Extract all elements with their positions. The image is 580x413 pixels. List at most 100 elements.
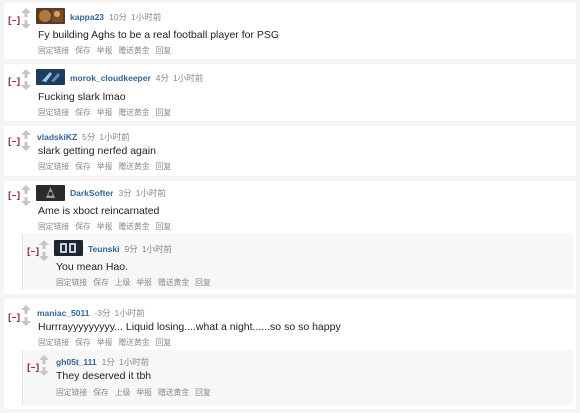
timestamp: 1小时前 [99, 132, 130, 142]
reply-button[interactable]: 回复 [156, 46, 172, 55]
parent-button[interactable]: 上级 [115, 388, 131, 397]
down-arrow-icon[interactable] [39, 252, 49, 261]
save-button[interactable]: 保存 [75, 222, 91, 231]
up-arrow-icon[interactable] [21, 185, 31, 194]
tagline: morok_cloudkeeper 4分 1小时前 [70, 72, 203, 84]
report-button[interactable]: 举报 [97, 222, 113, 231]
reply-button[interactable]: 回复 [156, 338, 172, 347]
reply-button[interactable]: 回复 [195, 278, 211, 287]
up-arrow-icon[interactable] [21, 69, 31, 78]
comment-buttons: 固定链接 保存 举报 赠送黄金 回复 [38, 221, 177, 232]
comment-body: Fucking slark lmao [38, 91, 126, 103]
save-button[interactable]: 保存 [93, 388, 109, 397]
tagline: DarkSofter 3分 1小时前 [70, 187, 166, 199]
down-arrow-icon[interactable] [21, 197, 31, 206]
save-button[interactable]: 保存 [75, 46, 91, 55]
author-link[interactable]: gh05t_111 [56, 357, 97, 367]
comment-buttons: 固定链接 保存 举报 赠送黄金 回复 [38, 337, 177, 348]
score: 4分 [155, 73, 170, 83]
save-button[interactable]: 保存 [75, 108, 91, 117]
reply-button[interactable]: 回复 [195, 388, 211, 397]
collapse-toggle[interactable]: [–] [7, 16, 21, 26]
author-link[interactable]: morok_cloudkeeper [70, 73, 151, 83]
collapse-toggle[interactable]: [–] [26, 363, 40, 373]
timestamp: 1小时前 [118, 357, 150, 367]
comment-body: Ame is xboct reincarnated [38, 205, 160, 217]
comment-body: Fy building Aghs to be a real football p… [38, 29, 280, 41]
report-button[interactable]: 举报 [97, 108, 113, 117]
tagline: vladskiKZ 5分 1小时前 [37, 131, 130, 143]
comment-buttons: 固定链接 保存 举报 赠送黄金 回复 [38, 161, 177, 172]
save-button[interactable]: 保存 [93, 278, 109, 287]
give-gold-button[interactable]: 赠送黄金 [118, 46, 149, 55]
report-button[interactable]: 举报 [97, 338, 113, 347]
give-gold-button[interactable]: 赠送黄金 [158, 388, 189, 397]
down-arrow-icon[interactable] [21, 81, 31, 90]
permalink-button[interactable]: 固定链接 [38, 338, 69, 347]
permalink-button[interactable]: 固定链接 [38, 46, 69, 55]
avatar [36, 185, 65, 201]
comment-body: They deserved it tbh [56, 370, 152, 382]
permalink-button[interactable]: 固定链接 [56, 278, 87, 287]
timestamp: 1小时前 [173, 73, 204, 83]
author-link[interactable]: vladskiKZ [37, 132, 77, 142]
collapse-toggle[interactable]: [–] [26, 247, 40, 257]
give-gold-button[interactable]: 赠送黄金 [118, 108, 149, 117]
permalink-button[interactable]: 固定链接 [38, 222, 69, 231]
timestamp: 1小时前 [114, 308, 145, 318]
up-arrow-icon[interactable] [39, 240, 49, 249]
comment-buttons: 固定链接 保存 举报 赠送黄金 回复 [38, 107, 177, 118]
comment: [–] vladskiKZ 5分 1小时前 slark getting nerfed… [4, 126, 576, 176]
permalink-button[interactable]: 固定链接 [56, 388, 87, 397]
collapse-toggle[interactable]: [–] [7, 191, 21, 201]
comment-body: Hurrrayyyyyyyyy... Liquid losing....what… [38, 321, 341, 333]
timestamp: 1小时前 [141, 244, 172, 254]
permalink-button[interactable]: 固定链接 [38, 162, 69, 171]
give-gold-button[interactable]: 赠送黄金 [118, 162, 149, 171]
down-arrow-icon[interactable] [21, 20, 31, 29]
report-button[interactable]: 举报 [136, 278, 152, 287]
author-link[interactable]: Teunski [88, 244, 120, 254]
comment: [–] DarkSofter 3分 1小时前 Ame is xboct reinca… [4, 181, 576, 294]
permalink-button[interactable]: 固定链接 [38, 108, 69, 117]
comment: [–] morok_cloudkeeper 4分 1小时前 Fucking slar… [4, 64, 576, 121]
reply-comment: [–] gh05t_111 1分 1小时前 They deserved it tbh… [22, 350, 573, 405]
report-button[interactable]: 举报 [136, 388, 152, 397]
up-arrow-icon[interactable] [21, 8, 31, 17]
down-arrow-icon[interactable] [21, 142, 31, 151]
reply-button[interactable]: 回复 [156, 162, 172, 171]
give-gold-button[interactable]: 赠送黄金 [118, 338, 149, 347]
give-gold-button[interactable]: 赠送黄金 [158, 278, 189, 287]
author-link[interactable]: kappa23 [70, 12, 104, 22]
parent-button[interactable]: 上级 [115, 278, 131, 287]
comment-buttons: 固定链接 保存 上级 举报 赠送黄金 回复 [56, 277, 217, 288]
tagline: kappa23 10分 1小时前 [70, 11, 161, 23]
save-button[interactable]: 保存 [75, 162, 91, 171]
reply-button[interactable]: 回复 [156, 222, 172, 231]
score: 9分 [124, 244, 138, 254]
comment: [–] kappa23 10分 1小时前 Fy building Aghs to b… [4, 3, 576, 59]
up-arrow-icon[interactable] [39, 355, 49, 364]
collapse-toggle[interactable]: [–] [7, 77, 21, 87]
reply-comment: [–] Teunski 9分 1小时前 You mean Hao. 固定链接 保存 上级… [22, 234, 573, 290]
score: -3分 [94, 308, 111, 318]
reply-button[interactable]: 回复 [156, 108, 172, 117]
save-button[interactable]: 保存 [75, 338, 91, 347]
avatar [54, 240, 83, 256]
score: 5分 [82, 132, 96, 142]
down-arrow-icon[interactable] [21, 317, 31, 326]
up-arrow-icon[interactable] [21, 305, 31, 314]
report-button[interactable]: 举报 [97, 46, 113, 55]
score: 10分 [109, 12, 127, 22]
down-arrow-icon[interactable] [39, 367, 49, 376]
comment-buttons: 固定链接 保存 上级 举报 赠送黄金 回复 [56, 387, 217, 398]
collapse-toggle[interactable]: [–] [7, 137, 21, 147]
up-arrow-icon[interactable] [21, 130, 31, 139]
report-button[interactable]: 举报 [97, 162, 113, 171]
collapse-toggle[interactable]: [–] [7, 313, 21, 323]
comment-body: slark getting nerfed again [38, 145, 156, 157]
author-link[interactable]: DarkSofter [70, 188, 113, 198]
give-gold-button[interactable]: 赠送黄金 [118, 222, 149, 231]
author-link[interactable]: maniac_5011 [37, 308, 89, 318]
comment-body: You mean Hao. [56, 261, 128, 273]
